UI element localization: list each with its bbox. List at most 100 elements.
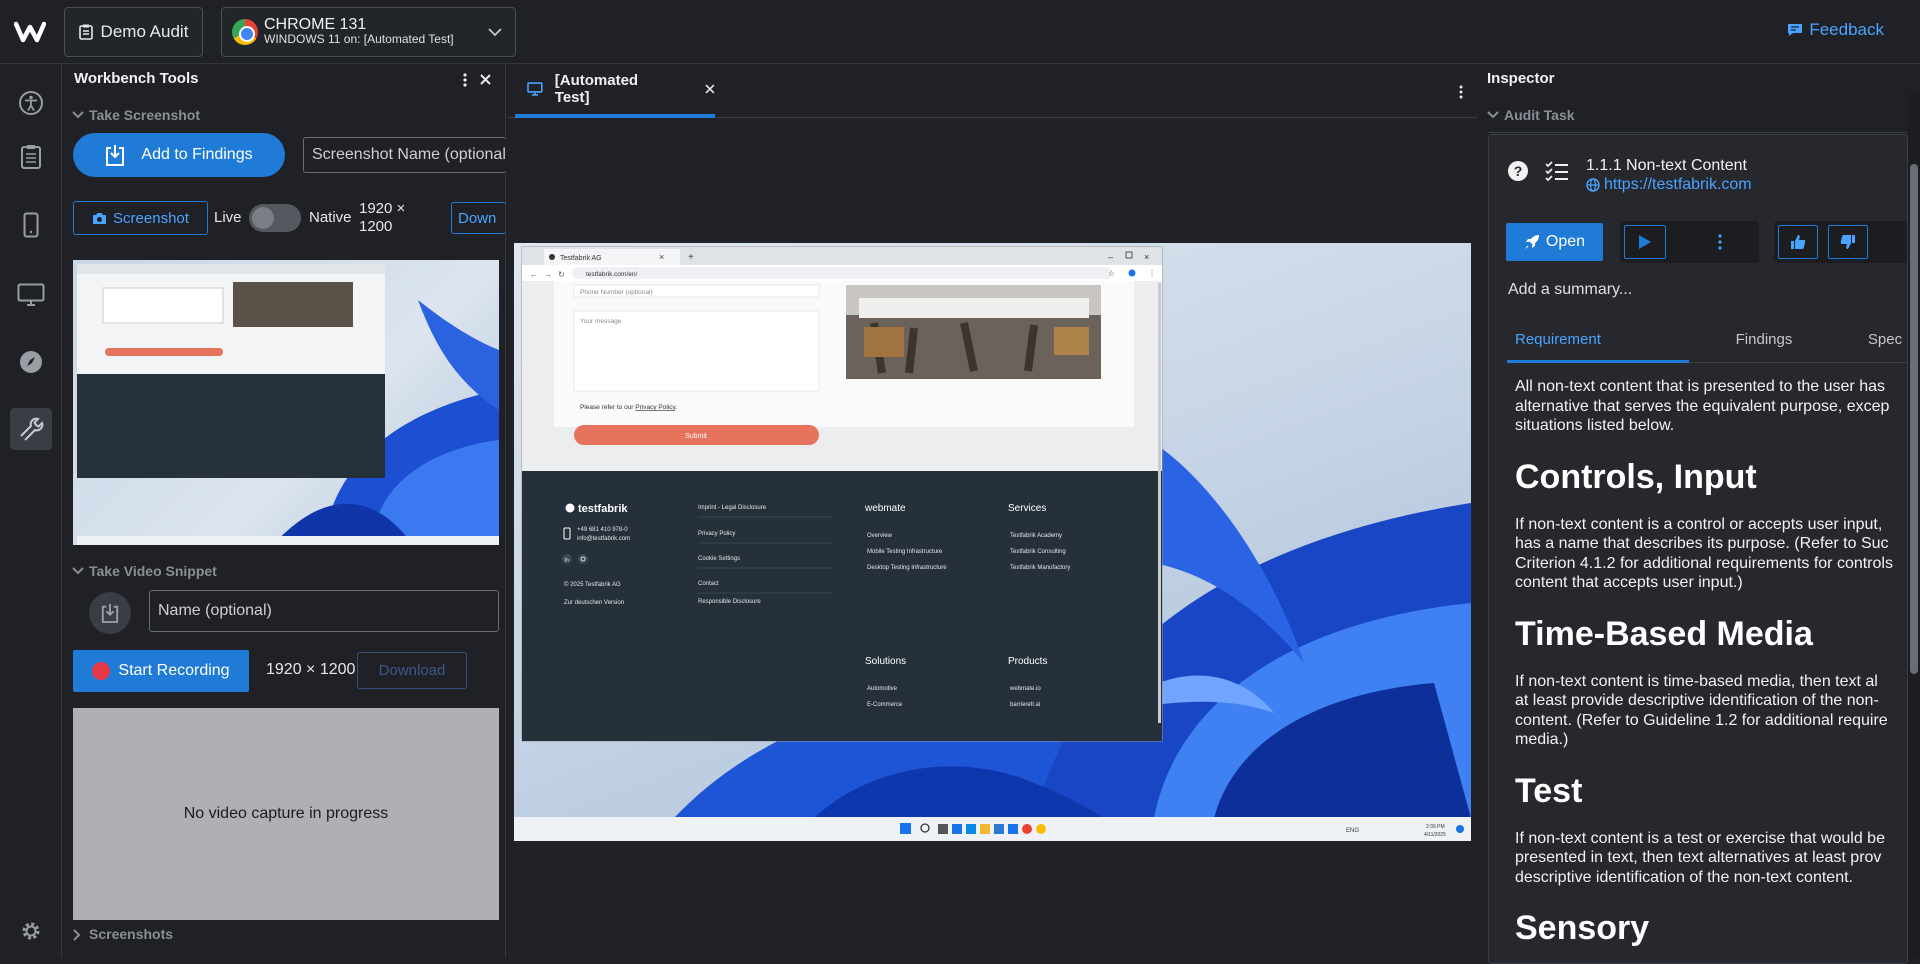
test-line: If non-text content is a test or exercis… (1515, 829, 1885, 847)
forward-icon: → (544, 270, 552, 279)
thumbs-down-button[interactable] (1828, 225, 1868, 259)
scrollbar-thumb[interactable] (1910, 164, 1918, 674)
remote-desktop-screen[interactable]: Testfabrik AG × + – × ← → ↻ testfabrik.c… (514, 243, 1471, 841)
add-to-findings-button[interactable]: Add to Findings (73, 133, 285, 177)
run-controls (1620, 221, 1759, 263)
live-native-toggle[interactable] (249, 204, 301, 232)
rocket-icon (1524, 235, 1539, 249)
screenshot-name-input[interactable]: Screenshot Name (optional) (303, 137, 506, 173)
help-circle-icon[interactable]: ? (1507, 160, 1529, 182)
chevron-down-icon[interactable] (72, 566, 84, 576)
footer-webmate-link: Overview (867, 533, 893, 539)
screenshots-section[interactable]: Screenshots (89, 926, 173, 942)
thumbs-up-button[interactable] (1778, 225, 1818, 259)
left-nav-rail (0, 64, 62, 958)
monitor-icon (527, 82, 543, 96)
camera-icon (93, 212, 107, 224)
add-video-to-findings-button[interactable] (89, 592, 131, 634)
test-line: descriptive identification of the non-te… (1515, 868, 1853, 886)
browser-name: CHROME 131 (264, 16, 367, 33)
audit-selector-button[interactable]: Demo Audit (64, 7, 203, 57)
video-download-button[interactable]: Download (357, 652, 467, 689)
rail-accessibility[interactable] (10, 82, 52, 124)
screenshot-button[interactable]: Screenshot (73, 201, 208, 235)
heading-sensory: Sensory (1515, 909, 1650, 947)
target-url: https://testfabrik.com (1604, 176, 1752, 193)
screenshot-resolution: 1920 × 1200 (359, 200, 405, 236)
chrome-icon (232, 19, 258, 45)
download-screenshot-button[interactable]: Down (451, 202, 506, 234)
footer-webmate-link: Mobile Testing Infrastructure (867, 549, 943, 555)
rail-settings[interactable] (10, 910, 52, 952)
rating-controls (1774, 221, 1907, 263)
taskbar-language: ENG (1346, 828, 1359, 834)
tab-requirement[interactable]: Requirement (1507, 321, 1689, 363)
submit-button-label: Submit (685, 433, 707, 440)
chevron-right-icon[interactable] (72, 929, 82, 941)
close-tab-icon[interactable] (705, 84, 715, 94)
take-screenshot-section[interactable]: Take Screenshot (89, 107, 200, 123)
time-based-media-line: If non-text content is time-based media,… (1515, 672, 1878, 690)
screenshot-preview[interactable] (73, 260, 499, 545)
inspector-scrollbar[interactable] (1908, 94, 1920, 958)
audit-task-section[interactable]: Audit Task (1504, 107, 1575, 123)
chevron-down-icon[interactable] (1487, 110, 1499, 120)
session-tab-title: [Automated Test] (554, 72, 639, 106)
privacy-policy-link: Privacy Policy (635, 404, 676, 411)
window-minimize-icon: – (1108, 252, 1113, 262)
footer-services-link: Testfabrik Academy (1010, 533, 1062, 539)
target-url-link[interactable]: https://testfabrik.com (1586, 176, 1752, 194)
footer-email: info@testfabrik.com (577, 536, 630, 542)
footer-products-heading: Products (1008, 656, 1047, 667)
more-vertical-icon[interactable] (462, 72, 468, 88)
svg-text:Please refer to our Privacy Po: Please refer to our Privacy Policy. (580, 404, 677, 411)
play-icon (1639, 235, 1651, 249)
inspector-tabs: Requirement Findings Spec (1507, 321, 1907, 363)
rail-workbench-tools[interactable] (10, 408, 52, 450)
criterion-title: 1.1.1 Non-text Content (1586, 157, 1747, 174)
footer-webmate-heading: webmate (864, 503, 906, 514)
heading-test: Test (1515, 771, 1583, 810)
start-recording-button[interactable]: Start Recording (73, 650, 249, 692)
feedback-link[interactable]: Feedback (1787, 20, 1884, 40)
webmate-logo-icon[interactable] (14, 18, 46, 46)
rail-mobile[interactable] (10, 204, 52, 246)
more-vertical-icon[interactable] (1717, 234, 1723, 250)
requirement-content: All non-text content that is presented t… (1515, 377, 1907, 963)
footer-solutions-heading: Solutions (865, 656, 906, 667)
footer-link: Contact (698, 581, 719, 587)
controls-input-line: Criterion 4.1.2 for additional requireme… (1515, 554, 1893, 572)
download-box-icon (106, 145, 125, 166)
browser-selector[interactable]: CHROME 131 WINDOWS 11 on: [Automated Tes… (221, 7, 516, 57)
tab-findings[interactable]: Findings (1689, 321, 1839, 363)
browser-tab-label: Testfabrik AG (560, 255, 602, 262)
open-button-label: Open (1545, 233, 1586, 250)
footer-phone: +49 681 410 978-0 (577, 527, 628, 533)
play-button[interactable] (1624, 225, 1666, 259)
open-button[interactable]: Open (1506, 223, 1603, 261)
task-list-icon[interactable] (1545, 160, 1569, 182)
session-tab-bar: [Automated Test] (507, 64, 1477, 118)
message-field-placeholder: Your message (580, 318, 622, 325)
summary-field[interactable]: Add a summary... (1508, 281, 1632, 299)
footer-link: Privacy Policy (698, 531, 735, 537)
checklist-icon (21, 145, 41, 169)
remote-desktop-canvas: Testfabrik AG × + – × ← → ↻ testfabrik.c… (514, 246, 1471, 841)
more-vertical-icon[interactable] (1458, 84, 1464, 100)
rail-explore[interactable] (10, 341, 52, 383)
screenshot-preview-image (77, 264, 499, 545)
video-name-input[interactable]: Name (optional) (149, 590, 499, 632)
take-video-snippet-section[interactable]: Take Video Snippet (89, 563, 217, 579)
rail-desktop[interactable] (10, 274, 52, 316)
tab-spec[interactable]: Spec (1845, 321, 1907, 363)
close-icon[interactable] (479, 73, 492, 86)
taskbar-date: 4/11/2025 (1424, 832, 1446, 838)
requirement-intro-line: All non-text content that is presented t… (1515, 378, 1885, 395)
speech-bubble-icon (1788, 24, 1803, 36)
rail-audit-checklist[interactable] (10, 136, 52, 178)
chevron-down-icon[interactable] (72, 110, 84, 120)
session-tab[interactable]: [Automated Test] (515, 64, 715, 118)
bookmark-star-icon: ☆ (1108, 269, 1115, 278)
top-bar: Demo Audit CHROME 131 WINDOWS 11 on: [Au… (0, 0, 1920, 64)
section-divider (1488, 132, 1908, 133)
